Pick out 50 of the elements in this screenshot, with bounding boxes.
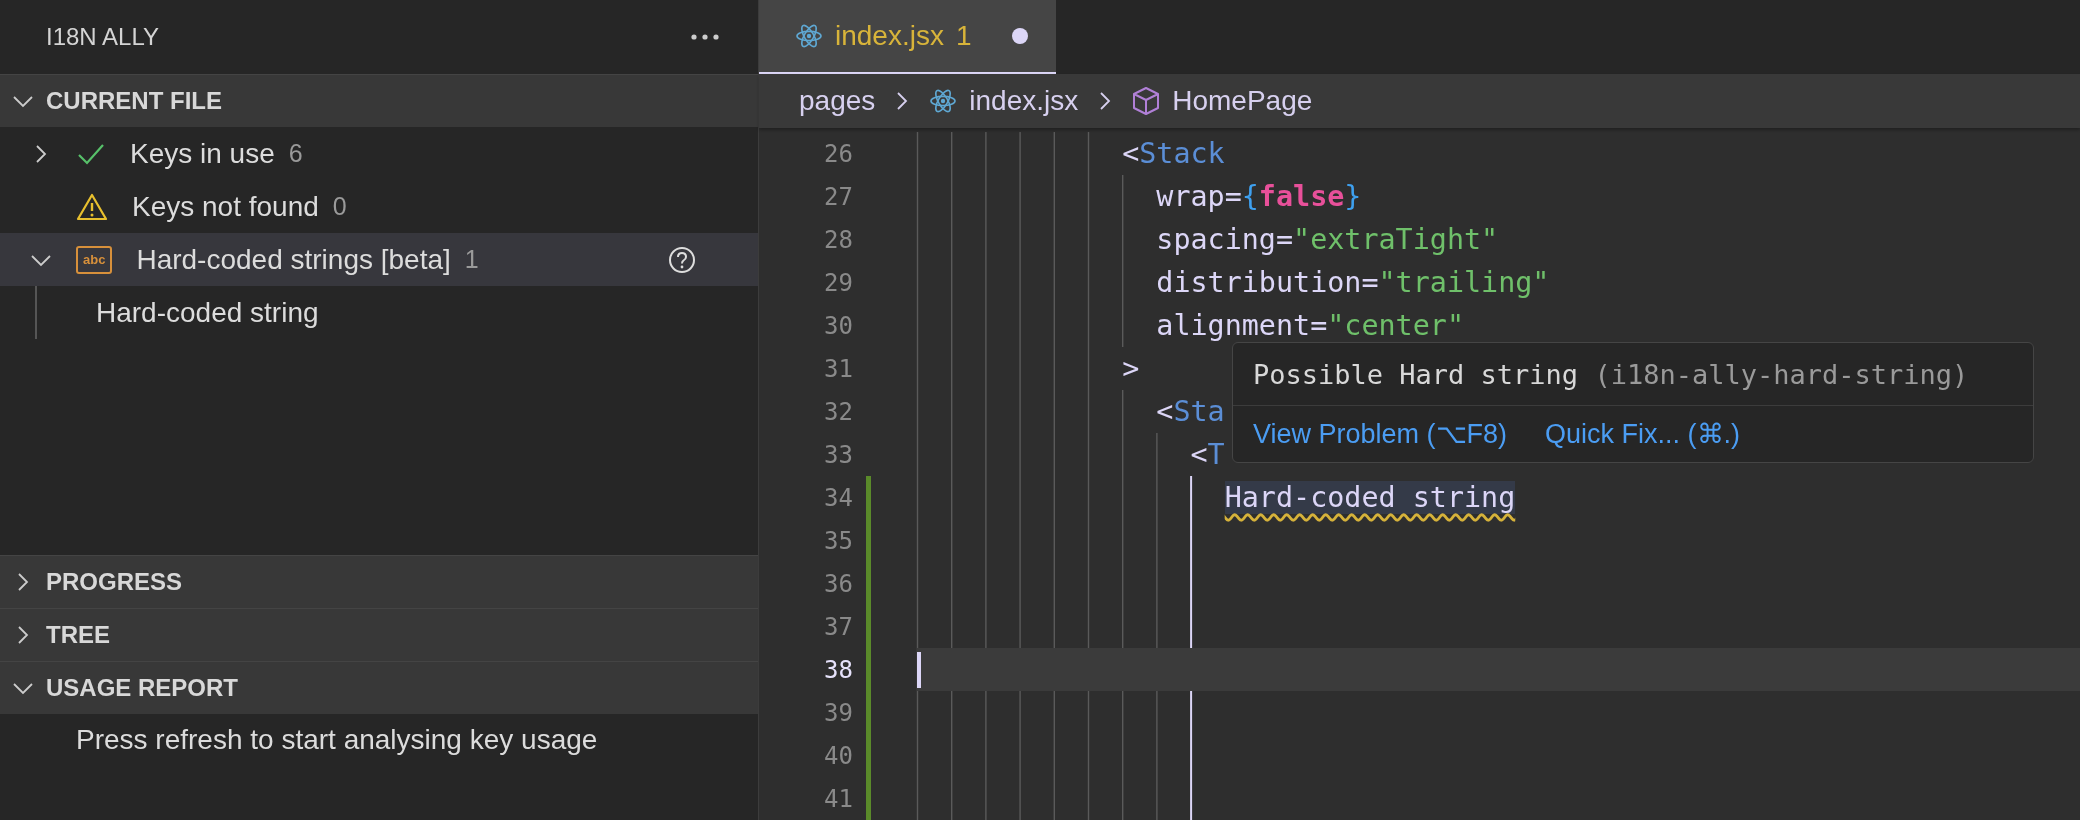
tree-item[interactable]: Keys not found 0 [0,180,758,233]
code-line: distribution="trailing" [1155,265,1550,301]
item-count: 1 [464,245,479,274]
code-line: alignment="center" [1155,308,1464,344]
line-number: 29 [823,268,853,297]
code-line: <T [1189,437,1225,473]
warning-icon [76,192,108,221]
breadcrumb-item[interactable]: pages [799,85,876,117]
action-link[interactable]: View Problem (⌥F8) [1253,418,1508,450]
section-header[interactable]: TREE [0,608,758,661]
breadcrumb-item[interactable]: index.jsx [969,85,1079,117]
code-line: <Stack [1121,136,1225,172]
line-number: 28 [823,225,853,254]
line-number: 36 [823,569,853,598]
code-line: wrap={false} [1155,179,1362,215]
tree-item[interactable]: abc Hard-coded strings [beta] 1 [0,233,758,286]
react-icon [929,87,958,115]
item-count: 0 [332,192,347,221]
hover-message: Possible Hard string (i18n-ally-hard-string) [1253,358,1969,390]
line-number: 35 [823,526,853,555]
text-badge-icon: abc [76,245,113,274]
line-number: 34 [823,483,853,512]
line-number: 26 [823,139,853,168]
tree-item[interactable]: Keys in use 6 [0,127,758,180]
action-link[interactable]: Quick Fix... (⌘.) [1545,418,1741,450]
editor-tab[interactable]: index.jsx 1 [759,0,1056,74]
line-number: 32 [823,397,853,426]
line-number: 37 [823,612,853,641]
line-number: 30 [823,311,853,340]
code-line: <Sta [1155,394,1225,430]
section-header[interactable]: CURRENT FILE [0,74,758,127]
panel-title: I18N ALLY [46,23,159,51]
item-count: 6 [288,139,303,168]
code-line: > [1121,351,1140,387]
tree-item[interactable]: Hard-coded string [96,296,319,329]
section-header[interactable]: PROGRESS [0,555,758,608]
line-number: 38 [823,655,853,684]
line-number: 40 [823,741,853,770]
empty-message: Press refresh to start analysing key usage [75,723,599,757]
section-header[interactable]: USAGE REPORT [0,661,758,714]
breadcrumb-item[interactable]: HomePage [1172,85,1313,117]
line-number: 27 [823,182,853,211]
react-icon [795,22,823,50]
line-number: 31 [823,354,853,383]
line-number: 39 [823,698,853,727]
cube-icon [1132,86,1161,116]
line-number: 41 [823,784,853,813]
code-line: spacing="extraTight" [1155,222,1499,258]
more-icon [690,33,720,41]
line-number: 33 [823,440,853,469]
